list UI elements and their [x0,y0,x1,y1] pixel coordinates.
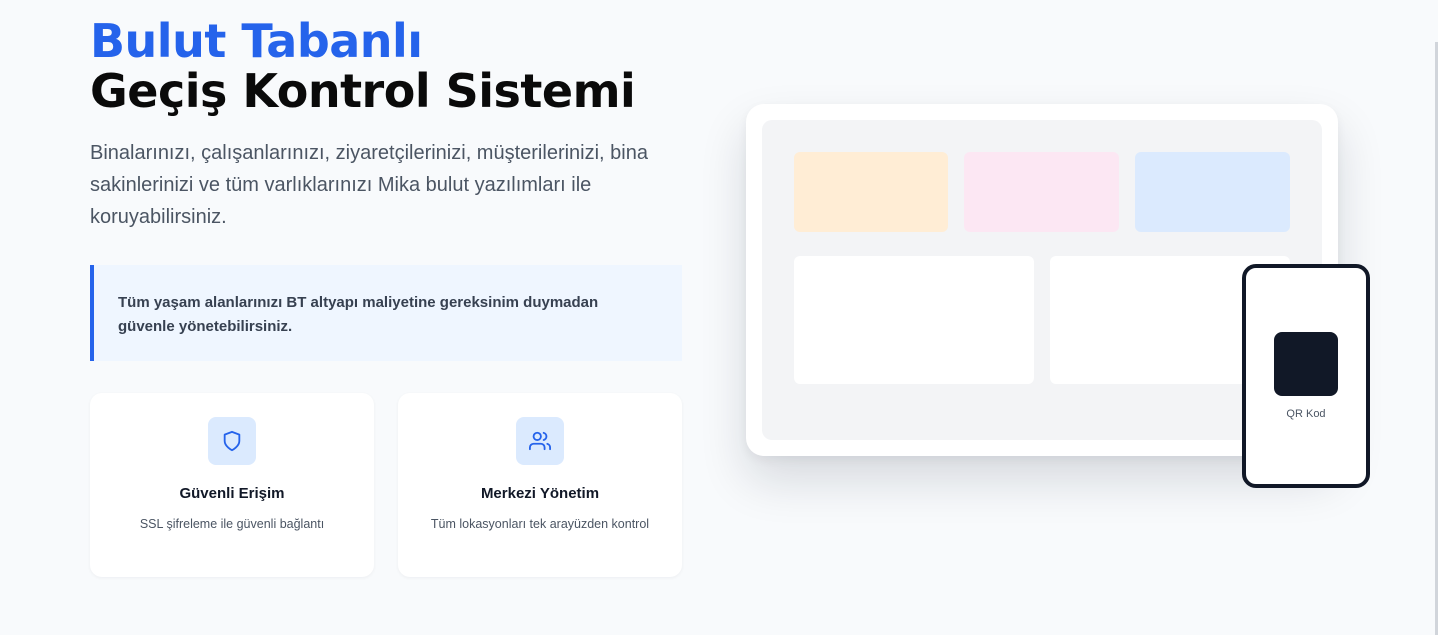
hero-title-highlight: Bulut Tabanlı [90,14,423,68]
hero-title-main: Geçiş Kontrol Sistemi [90,64,636,118]
hero-title: Bulut Tabanlı Geçiş Kontrol Sistemi [90,14,636,118]
page: Bulut Tabanlı Geçiş Kontrol Sistemi Bina… [0,0,1438,635]
callout-text: Tüm yaşam alanlarınızı BT altyapı maliye… [118,294,599,335]
dashboard-tile-pink [964,152,1119,232]
dashboard-screen [762,120,1322,440]
dashboard-tile-orange [794,152,948,232]
feature-description: SSL şifreleme ile güvenli bağlantı [139,517,325,531]
feature-description: Tüm lokasyonları tek arayüzden kontrol [430,517,650,531]
feature-title: Merkezi Yönetim [480,485,600,502]
feature-title: Güvenli Erişim [179,485,285,502]
feature-card-secure-access: Güvenli Erişim SSL şifreleme ile güvenli… [90,393,374,577]
dashboard-panel-left [794,256,1034,384]
shield-icon [208,417,256,465]
dashboard-tile-blue [1135,152,1290,232]
qr-label: QR Kod [1286,408,1326,420]
phone-illustration: QR Kod [1242,264,1370,488]
callout-box: Tüm yaşam alanlarınızı BT altyapı maliye… [90,265,682,361]
qr-code-icon [1274,332,1338,396]
users-icon [516,417,564,465]
feature-card-central-management: Merkezi Yönetim Tüm lokasyonları tek ara… [398,393,682,577]
hero-description: Binalarınızı, çalışanlarınızı, ziyaretçi… [90,142,648,228]
